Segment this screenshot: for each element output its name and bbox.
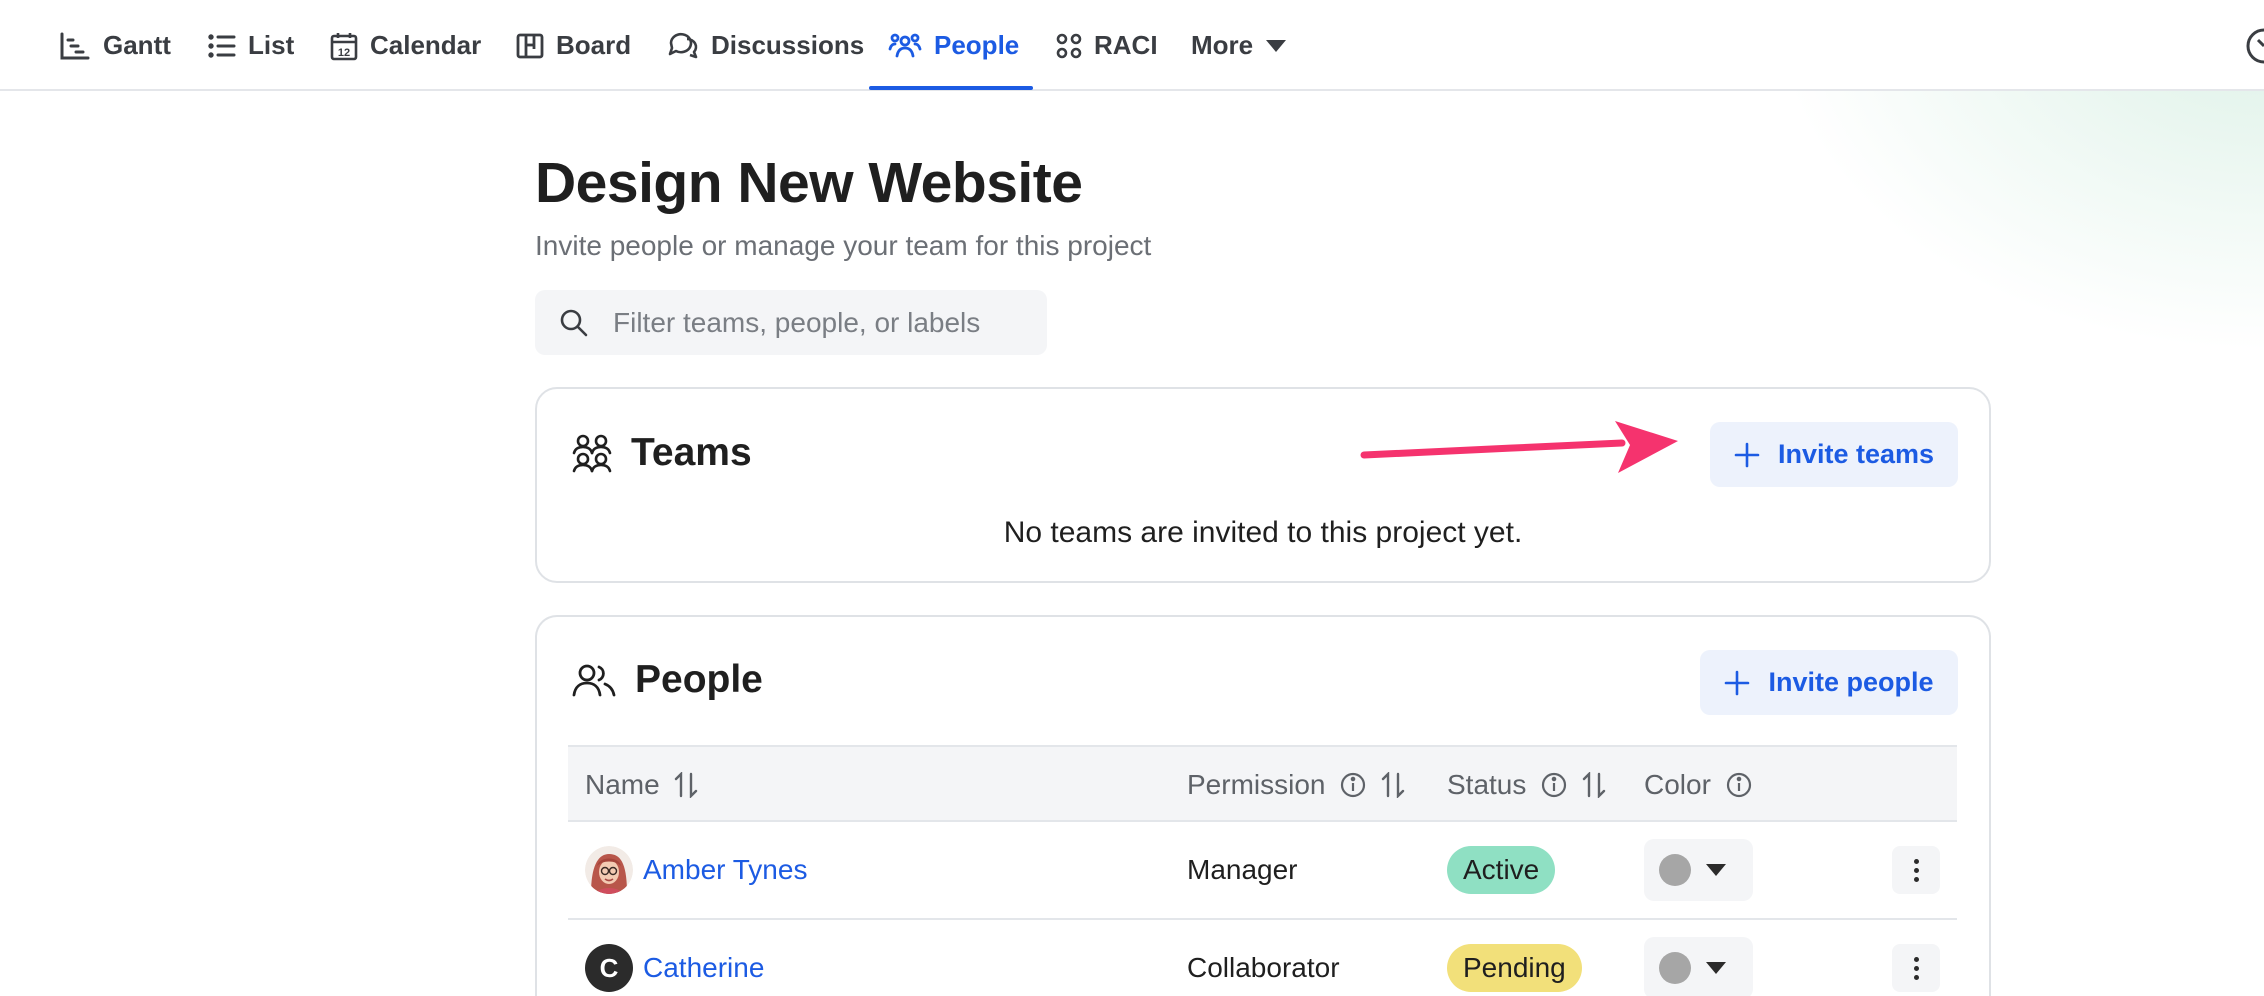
tab-gantt[interactable]: Gantt — [59, 0, 171, 91]
status-cell: Active — [1447, 822, 1556, 918]
people-section-icon — [572, 664, 616, 697]
permission-cell: Collaborator — [1187, 952, 1340, 983]
column-name[interactable]: Name — [585, 747, 698, 822]
table-header: Name Permission Status Color — [568, 745, 1957, 822]
table-row: Amber Tynes Manager Active — [568, 822, 1957, 920]
column-color: Color — [1644, 747, 1753, 822]
sort-icon[interactable] — [674, 771, 698, 798]
teams-empty-message: No teams are invited to this project yet… — [1003, 516, 1523, 549]
pointing-arrow — [1360, 421, 1678, 473]
sort-icon[interactable] — [1381, 771, 1405, 798]
permission-cell: Manager — [1187, 854, 1298, 885]
info-icon[interactable] — [1540, 771, 1568, 799]
calendar-day-text: 12 — [338, 47, 350, 59]
column-name-label: Name — [585, 768, 660, 800]
color-picker[interactable] — [1644, 937, 1753, 996]
tab-people-label: People — [934, 30, 1020, 60]
person-name-cell: Amber Tynes — [585, 822, 807, 918]
teams-title: Teams — [631, 431, 752, 474]
tab-calendar-label: Calendar — [370, 30, 482, 60]
color-cell — [1644, 822, 1753, 918]
page-title: Design New Website — [535, 151, 1083, 215]
teams-card: Teams Invite teams No teams are invited … — [535, 387, 1991, 583]
column-status[interactable]: Status — [1447, 747, 1606, 822]
timer-icon[interactable] — [2232, 22, 2264, 68]
teams-icon — [572, 434, 612, 473]
tab-raci-label: RACI — [1094, 30, 1158, 60]
plus-icon — [1734, 442, 1760, 467]
color-swatch — [1659, 952, 1691, 984]
tab-discussions-label: Discussions — [711, 30, 865, 60]
caret-down-icon — [1706, 864, 1726, 876]
status-badge: Pending — [1447, 944, 1582, 992]
tab-calendar[interactable]: 12 Calendar — [330, 0, 481, 91]
people-heading: People — [571, 658, 763, 702]
teams-heading: Teams — [571, 431, 752, 475]
search-input[interactable] — [613, 290, 1033, 355]
more-options-icon[interactable] — [1892, 846, 1940, 894]
tab-people[interactable]: People — [888, 0, 1019, 91]
status-cell: Pending — [1447, 920, 1582, 996]
row-actions-cell — [1892, 822, 1940, 918]
filter-search — [535, 290, 1047, 355]
people-title: People — [635, 658, 763, 701]
invite-teams-label: Invite teams — [1777, 439, 1935, 469]
tab-raci[interactable]: RACI — [1056, 0, 1158, 91]
list-icon — [208, 33, 236, 58]
tab-board[interactable]: Board — [516, 0, 631, 91]
more-options-icon[interactable] — [1892, 944, 1940, 992]
color-picker[interactable] — [1644, 839, 1753, 901]
more-menu-label: More — [1191, 30, 1254, 60]
plus-icon — [1725, 670, 1750, 695]
invite-people-button[interactable]: Invite people — [1700, 650, 1958, 715]
gantt-icon — [60, 32, 90, 59]
info-icon[interactable] — [1725, 771, 1753, 799]
tab-list-label: List — [248, 30, 295, 60]
row-actions-cell — [1892, 920, 1940, 996]
search-icon — [560, 309, 588, 337]
tab-list[interactable]: List — [208, 0, 294, 91]
color-cell — [1644, 920, 1753, 996]
people-icon — [888, 33, 922, 57]
person-name-cell: C Catherine — [585, 920, 764, 996]
calendar-icon: 12 — [330, 32, 358, 60]
status-badge: Active — [1447, 846, 1556, 894]
color-swatch — [1659, 854, 1691, 886]
top-nav: Gantt List 12 Calendar Board Discussions — [0, 0, 2264, 91]
more-menu[interactable]: More — [1191, 0, 1287, 91]
active-tab-indicator — [869, 86, 1033, 90]
raci-icon — [1056, 33, 1082, 58]
discussions-icon — [668, 32, 698, 58]
caret-down-icon — [1266, 39, 1287, 52]
person-name-link[interactable]: Amber Tynes — [643, 854, 807, 886]
tab-board-label: Board — [556, 30, 632, 60]
column-permission[interactable]: Permission — [1187, 747, 1405, 822]
table-row: C Catherine Collaborator Pending — [568, 920, 1957, 996]
caret-down-icon — [1706, 962, 1726, 974]
avatar: C — [585, 944, 633, 992]
column-status-label: Status — [1447, 768, 1527, 800]
person-name-link[interactable]: Catherine — [643, 952, 764, 984]
info-icon[interactable] — [1339, 771, 1367, 799]
tab-gantt-label: Gantt — [103, 30, 171, 60]
page-subtitle: Invite people or manage your team for th… — [535, 230, 1152, 261]
board-icon — [516, 33, 544, 58]
sort-icon[interactable] — [1582, 771, 1606, 798]
column-permission-label: Permission — [1187, 768, 1326, 800]
tab-discussions[interactable]: Discussions — [667, 0, 864, 91]
invite-teams-button[interactable]: Invite teams — [1710, 422, 1958, 487]
column-color-label: Color — [1644, 768, 1711, 800]
avatar — [585, 846, 633, 894]
invite-people-label: Invite people — [1768, 667, 1934, 697]
